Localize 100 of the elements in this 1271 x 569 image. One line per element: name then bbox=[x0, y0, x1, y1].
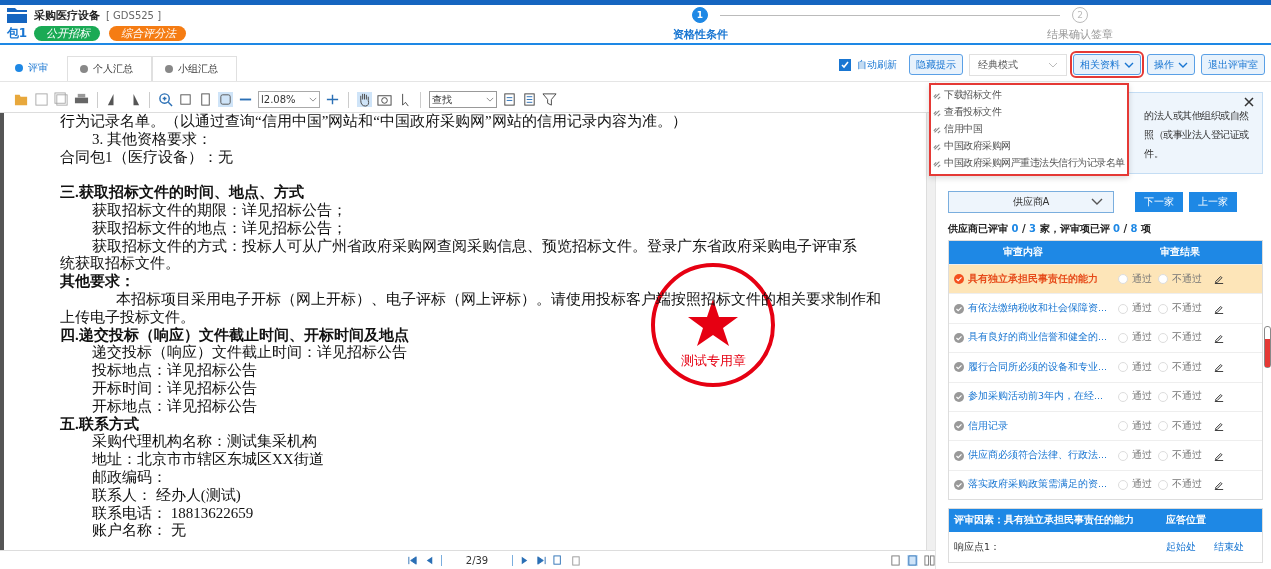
end-link[interactable]: 结束处 bbox=[1214, 540, 1262, 554]
caret-icon bbox=[1124, 61, 1134, 68]
fail-radio[interactable]: 不通过 bbox=[1158, 419, 1206, 433]
document-text: 递交投标（响应）文件截止时间：详见招标公告 bbox=[92, 344, 407, 362]
document-text: 统获取招标文件。 bbox=[60, 255, 180, 273]
review-item[interactable]: 信用记录 bbox=[968, 419, 1114, 433]
caret-icon bbox=[309, 97, 317, 102]
check-circle-icon bbox=[954, 274, 964, 285]
review-row[interactable]: 履行合同所必须的设备和专业... 通过 不通过 bbox=[949, 352, 1262, 382]
next-supplier-button[interactable]: 下一家 bbox=[1135, 192, 1183, 212]
hide-tips-button[interactable]: 隐藏提示 bbox=[909, 54, 963, 75]
review-row[interactable]: 具有独立承担民事责任的能力 通过 不通过 bbox=[949, 264, 1262, 294]
document-text: 获取招标文件的期限：详见招标公告； bbox=[92, 202, 347, 220]
review-item[interactable]: 履行合同所必须的设备和专业... bbox=[968, 360, 1114, 374]
pass-radio[interactable]: 通过 bbox=[1118, 331, 1154, 345]
pass-radio[interactable]: 通过 bbox=[1118, 390, 1154, 404]
caret-icon bbox=[1048, 61, 1058, 68]
fail-radio[interactable]: 不通过 bbox=[1158, 449, 1206, 463]
dropdown-button[interactable]: 操作 bbox=[1147, 54, 1195, 75]
review-item[interactable]: 有依法缴纳税收和社会保障资... bbox=[968, 302, 1114, 316]
start-link[interactable]: 起始处 bbox=[1166, 540, 1214, 554]
pass-radio[interactable]: 通过 bbox=[1118, 272, 1154, 286]
menu-item[interactable]: 查看投标文件 bbox=[931, 104, 1127, 121]
camera-icon[interactable] bbox=[377, 92, 392, 107]
edit-icon[interactable] bbox=[1214, 391, 1224, 402]
scrollbar[interactable] bbox=[1264, 326, 1271, 368]
dropdown-button[interactable]: 相关资料 bbox=[1073, 54, 1141, 75]
edit-icon[interactable] bbox=[1214, 362, 1224, 373]
edit-icon[interactable] bbox=[1214, 479, 1224, 490]
tab[interactable]: 个人汇总 bbox=[67, 56, 152, 81]
review-row[interactable]: 信用记录 通过 不通过 bbox=[949, 410, 1262, 441]
menu-item[interactable]: 信用中国 bbox=[931, 121, 1127, 138]
section-heading: 五.联系方式 bbox=[60, 415, 139, 433]
plus-icon[interactable] bbox=[325, 92, 340, 107]
review-item[interactable]: 落实政府采购政策需满足的资... bbox=[968, 478, 1114, 492]
fit-width-icon[interactable] bbox=[198, 92, 213, 107]
link-icon bbox=[933, 159, 941, 168]
search-select[interactable]: 查找 bbox=[429, 91, 497, 108]
document-list-icon[interactable] bbox=[522, 92, 537, 107]
review-item[interactable]: 具有良好的商业信誉和健全的... bbox=[968, 331, 1114, 345]
first-page-icon[interactable] bbox=[407, 554, 418, 566]
close-icon[interactable] bbox=[1244, 97, 1254, 107]
document-icon[interactable] bbox=[502, 92, 517, 107]
mode-select[interactable]: 经典模式 bbox=[969, 53, 1067, 76]
document-text: 开标时间：详见招标公告 bbox=[92, 379, 257, 398]
supplier-select[interactable]: 供应商A bbox=[948, 191, 1114, 213]
review-item[interactable]: 参加采购活动前3年内，在经... bbox=[968, 390, 1114, 404]
exit-button[interactable]: 退出评审室 bbox=[1201, 54, 1265, 75]
document-text: 开标地点：详见招标公告 bbox=[92, 397, 257, 416]
review-row[interactable]: 供应商必须符合法律、行政法... 通过 不通过 bbox=[949, 440, 1262, 470]
document-text: 行为记录名单。（以通过查询“信用中国”网站和“中国政府采购网”网站的信用记录内容为准。） bbox=[60, 113, 687, 131]
pass-radio[interactable]: 通过 bbox=[1118, 449, 1154, 463]
link-icon bbox=[933, 91, 941, 100]
document-text: 地址：北京市市辖区东城区XX街道 bbox=[92, 451, 324, 469]
review-item[interactable]: 具有独立承担民事责任的能力 bbox=[968, 272, 1114, 286]
pass-radio[interactable]: 通过 bbox=[1118, 419, 1154, 433]
edit-icon[interactable] bbox=[1214, 332, 1224, 343]
zoom-field[interactable]: l2.08% bbox=[258, 91, 320, 108]
fail-radio[interactable]: 不通过 bbox=[1158, 390, 1206, 404]
review-row[interactable]: 有依法缴纳税收和社会保障资... 通过 不通过 bbox=[949, 293, 1262, 323]
page-number[interactable]: 2/39 bbox=[441, 554, 513, 566]
pass-radio[interactable]: 通过 bbox=[1118, 360, 1154, 374]
edit-icon[interactable] bbox=[1214, 450, 1224, 461]
last-page-icon[interactable] bbox=[536, 554, 547, 566]
actual-size-icon[interactable] bbox=[218, 92, 233, 107]
fail-radio[interactable]: 不通过 bbox=[1158, 302, 1206, 316]
previous-supplier-button[interactable]: 上一家 bbox=[1189, 192, 1237, 212]
fail-radio[interactable]: 不通过 bbox=[1158, 360, 1206, 374]
zoom-in-icon[interactable] bbox=[158, 92, 173, 107]
edit-icon[interactable] bbox=[1214, 303, 1224, 314]
two-page-icon[interactable] bbox=[924, 554, 935, 566]
review-row[interactable]: 落实政府采购政策需满足的资... 通过 不通过 bbox=[949, 469, 1262, 500]
edit-icon[interactable] bbox=[1214, 421, 1224, 432]
edit-icon[interactable] bbox=[1214, 274, 1224, 285]
progress-text: 供应商已评审 0 / 3 家，评审项已评 0 / 8 项 bbox=[948, 222, 1153, 236]
pass-radio[interactable]: 通过 bbox=[1118, 478, 1154, 492]
hand-icon[interactable] bbox=[357, 92, 372, 107]
tab[interactable]: 小组汇总 bbox=[152, 56, 237, 81]
fail-radio[interactable]: 不通过 bbox=[1158, 272, 1206, 286]
fail-radio[interactable]: 不通过 bbox=[1158, 478, 1206, 492]
check-circle-icon bbox=[954, 450, 964, 461]
review-item[interactable]: 供应商必须符合法律、行政法... bbox=[968, 449, 1114, 463]
review-row[interactable]: 具有良好的商业信誉和健全的... 通过 不通过 bbox=[949, 322, 1262, 353]
menu-item[interactable]: 下载招标文件 bbox=[931, 87, 1127, 104]
page-layout-icon[interactable] bbox=[553, 554, 564, 566]
check-icon bbox=[840, 59, 850, 70]
column-header: 应答位置 bbox=[1166, 514, 1207, 528]
fail-radio[interactable]: 不通过 bbox=[1158, 331, 1206, 345]
next-page-icon[interactable] bbox=[519, 554, 530, 566]
previous-page-icon[interactable] bbox=[424, 554, 435, 566]
fit-page-icon[interactable] bbox=[178, 92, 193, 107]
auto-refresh-checkbox[interactable]: 自动刷新 bbox=[839, 57, 897, 72]
pass-radio[interactable]: 通过 bbox=[1118, 302, 1154, 316]
project-code: [ GDS525 ] bbox=[106, 9, 162, 21]
caret-icon bbox=[1178, 61, 1188, 68]
review-row[interactable]: 参加采购活动前3年内，在经... 通过 不通过 bbox=[949, 381, 1262, 411]
continuous-page-icon[interactable] bbox=[907, 554, 918, 566]
menu-item[interactable]: 中国政府采购网 bbox=[931, 138, 1127, 155]
menu-item[interactable]: 中国政府采购网严重违法失信行为记录名单 bbox=[931, 155, 1127, 172]
filter-icon[interactable] bbox=[542, 92, 557, 107]
